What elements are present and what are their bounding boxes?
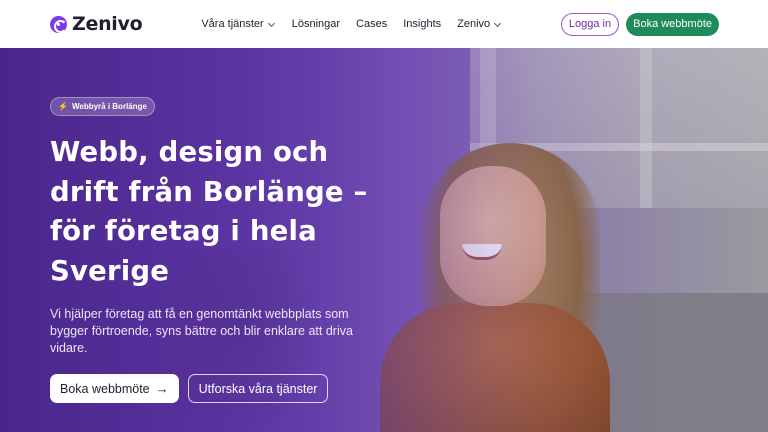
hero-book-meeting-button[interactable]: Boka webbmöte → (50, 374, 179, 403)
nav-item-label: Zenivo (457, 18, 491, 30)
nav-item-label: Cases (356, 18, 388, 30)
book-meeting-button[interactable]: Boka webbmöte (626, 12, 719, 36)
login-button[interactable]: Logga in (560, 12, 620, 36)
hero-badge: ⚡ Webbyrå i Borlänge (50, 97, 155, 116)
nav-item-cases[interactable]: Cases (356, 18, 387, 30)
explore-services-button[interactable]: Utforska våra tjänster (187, 374, 329, 403)
logo-text: Zenivo (72, 13, 143, 35)
nav-item-label: Lösningar (291, 18, 341, 30)
nav-item-losningar[interactable]: Lösningar (292, 18, 340, 30)
nav-item-zenivo[interactable]: Zenivo (457, 18, 502, 30)
hero-book-meeting-label: Boka webbmöte (60, 381, 150, 396)
arrow-right-icon: → (155, 381, 169, 396)
bolt-icon: ⚡ (58, 102, 68, 111)
nav-item-label: Våra tjänster (201, 18, 264, 30)
hero-title: Webb, design och drift från Borlänge – f… (50, 136, 368, 287)
logo[interactable]: Zenivo (50, 13, 143, 35)
zenivo-logo-icon (50, 15, 67, 33)
hero-subtitle: Vi hjälper företag att få en genomtänkt … (50, 307, 353, 355)
chevron-down-icon (494, 20, 502, 28)
nav-item-label: Insights (403, 18, 442, 30)
hero-actions: Boka webbmöte → Utforska våra tjänster (50, 374, 329, 403)
nav-item-insights[interactable]: Insights (403, 18, 441, 30)
hero-section: ⚡ Webbyrå i Borlänge Webb, design och dr… (0, 48, 768, 432)
chevron-down-icon (268, 20, 276, 28)
hero-badge-label: Webbyrå i Borlänge (71, 102, 147, 111)
nav-item-vara-tjanster[interactable]: Våra tjänster (201, 18, 275, 30)
main-nav: Våra tjänster Lösningar Cases Insights Z… (201, 18, 502, 30)
site-header: Zenivo Våra tjänster Lösningar Cases Ins… (0, 0, 768, 48)
header-actions: Logga in Boka webbmöte (560, 12, 719, 36)
